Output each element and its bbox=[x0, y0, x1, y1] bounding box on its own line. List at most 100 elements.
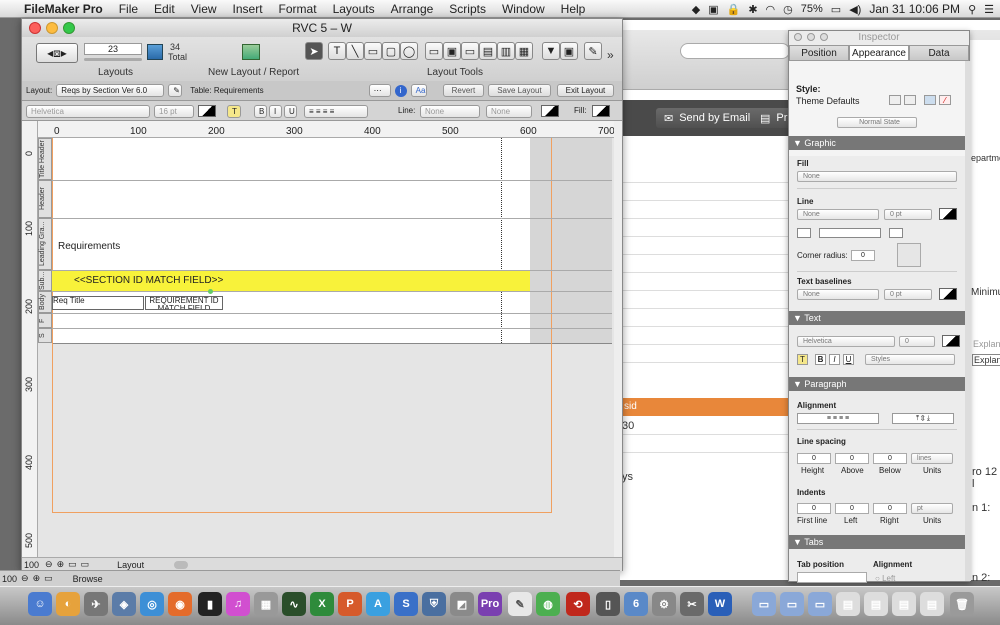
field-handle[interactable] bbox=[208, 289, 213, 294]
zoom-button[interactable] bbox=[63, 22, 75, 34]
spotlight-icon[interactable]: ⚲ bbox=[968, 3, 976, 16]
notification-icon[interactable]: ☰ bbox=[984, 3, 994, 16]
spacing-units-dropdown[interactable]: lines bbox=[911, 453, 953, 464]
word-icon[interactable]: W bbox=[708, 592, 732, 616]
exit-layout-button[interactable]: Exit Layout bbox=[556, 84, 615, 97]
trash-icon[interactable]: 🗑 bbox=[950, 592, 974, 616]
zoom-in-icon[interactable]: ⊕ bbox=[57, 559, 65, 570]
italic-icon[interactable]: I bbox=[829, 354, 840, 365]
menu-layouts[interactable]: Layouts bbox=[325, 2, 383, 16]
dropbox-icon[interactable]: ◆ bbox=[692, 3, 700, 16]
pointer-tool-icon[interactable]: ➤ bbox=[305, 42, 323, 60]
bold-icon[interactable]: B bbox=[254, 105, 267, 118]
mode-label[interactable]: Layout bbox=[117, 560, 144, 570]
calendar-icon[interactable]: 6 bbox=[624, 592, 648, 616]
close-button[interactable] bbox=[29, 22, 41, 34]
layout-dropdown[interactable]: Reqs by Section Ver 6.0 bbox=[56, 84, 165, 97]
inspector-scrollbar[interactable] bbox=[965, 61, 971, 581]
part-title-header[interactable]: Title Header bbox=[38, 138, 52, 180]
status-toolbar-icon[interactable]: ▭ bbox=[81, 559, 90, 570]
tab-appearance[interactable]: Appearance bbox=[849, 45, 909, 61]
new-layout-report-button[interactable]: New Layout / Report bbox=[208, 67, 299, 78]
line-tool-icon[interactable]: ╲ bbox=[346, 42, 364, 60]
section-id-field[interactable]: <<SECTION ID MATCH FIELD>> bbox=[52, 271, 530, 291]
italic-icon[interactable]: I bbox=[269, 105, 282, 118]
tab-position[interactable]: Position bbox=[789, 45, 849, 61]
line-style-dropdown[interactable]: None bbox=[797, 209, 879, 220]
format-painter-icon[interactable]: ▼ bbox=[542, 42, 560, 60]
rectangle-tool-icon[interactable]: ▭ bbox=[364, 42, 382, 60]
terminal-icon[interactable]: ▮ bbox=[198, 592, 222, 616]
background-search-input[interactable] bbox=[680, 43, 790, 59]
firefox-icon[interactable]: ◉ bbox=[168, 592, 192, 616]
tab-left-radio[interactable]: ○ Left bbox=[875, 574, 895, 583]
menu-insert[interactable]: Insert bbox=[225, 2, 271, 16]
safari-icon[interactable]: ◎ bbox=[140, 592, 164, 616]
menu-help[interactable]: Help bbox=[553, 2, 594, 16]
save-layout-button[interactable]: Save Layout bbox=[488, 84, 551, 97]
corner-selector-icon[interactable] bbox=[897, 243, 921, 267]
text-color-swatch[interactable] bbox=[942, 335, 960, 347]
text-font-dropdown[interactable]: Helvetica bbox=[797, 336, 895, 347]
app-icon[interactable]: ◈ bbox=[112, 592, 136, 616]
requirement-id-field[interactable]: REQUIREMENT ID MATCH FIELD bbox=[145, 296, 223, 310]
wifi-icon[interactable]: ◠ bbox=[766, 3, 776, 16]
section-text[interactable]: ▼ Text bbox=[789, 311, 965, 325]
launchpad-icon[interactable]: ✈ bbox=[84, 592, 108, 616]
layout-canvas[interactable]: Title Header Header Leading Gra... Sub..… bbox=[38, 138, 622, 561]
highlight-icon[interactable]: T bbox=[797, 354, 808, 365]
shield-icon[interactable]: ⛨ bbox=[422, 592, 446, 616]
clear-style-icon[interactable]: ⁄ bbox=[939, 95, 951, 105]
line-style-dropdown[interactable]: None bbox=[420, 105, 480, 118]
document-stack-icon[interactable]: ▤ bbox=[920, 592, 944, 616]
preview-icon[interactable]: ▦ bbox=[254, 592, 278, 616]
battery-indicator[interactable]: 75% bbox=[801, 3, 823, 15]
document-stack-icon[interactable]: ▤ bbox=[836, 592, 860, 616]
send-by-email-button[interactable]: ✉ Send by Email bbox=[656, 108, 759, 128]
close-button[interactable] bbox=[794, 33, 802, 41]
highlight-icon[interactable]: T bbox=[227, 105, 241, 118]
vertical-scrollbar[interactable] bbox=[614, 121, 622, 557]
filemaker-pro-icon[interactable]: Pro bbox=[478, 592, 502, 616]
info-icon[interactable]: i bbox=[394, 84, 407, 97]
part-header[interactable]: Header bbox=[38, 180, 52, 218]
tab-data[interactable]: Data bbox=[909, 45, 969, 61]
status-icon[interactable]: ▣ bbox=[708, 3, 718, 16]
border-all-icon[interactable] bbox=[797, 228, 811, 238]
app-store-icon[interactable]: A bbox=[366, 592, 390, 616]
space-below-field[interactable]: 0 bbox=[873, 453, 907, 464]
layout-navigator-button[interactable]: ◂⧈▸ bbox=[36, 43, 78, 63]
mode-label[interactable]: Browse bbox=[73, 574, 103, 584]
menu-scripts[interactable]: Scripts bbox=[441, 2, 494, 16]
req-title-field[interactable]: Req Title bbox=[52, 296, 144, 310]
toolbar-overflow-icon[interactable]: » bbox=[607, 48, 614, 62]
volume-icon[interactable]: ◀) bbox=[849, 3, 861, 16]
edit-layout-icon[interactable]: ✎ bbox=[168, 84, 183, 97]
baseline-style-dropdown[interactable]: None bbox=[797, 289, 879, 300]
menu-view[interactable]: View bbox=[183, 2, 225, 16]
styles-dropdown[interactable]: Styles bbox=[865, 354, 955, 365]
minimize-button[interactable] bbox=[46, 22, 58, 34]
baseline-color-swatch[interactable] bbox=[939, 288, 957, 300]
border-inner-icon[interactable] bbox=[889, 228, 903, 238]
part-footer[interactable]: F bbox=[38, 313, 52, 328]
app-icon[interactable]: S bbox=[394, 592, 418, 616]
portal-tool-icon[interactable]: ▣ bbox=[560, 42, 578, 60]
left-indent-field[interactable]: 0 bbox=[835, 503, 869, 514]
line-height-field[interactable]: 0 bbox=[797, 453, 831, 464]
chart-tool-icon[interactable]: ▥ bbox=[497, 42, 515, 60]
underline-icon[interactable]: U bbox=[843, 354, 854, 365]
line-color-swatch[interactable] bbox=[541, 105, 559, 117]
horizontal-scrollbar[interactable] bbox=[174, 560, 189, 569]
status-toolbar-icon[interactable]: ▭ bbox=[44, 573, 53, 584]
horizontal-alignment-buttons[interactable]: ≡ ≡ ≡ ≡ bbox=[797, 413, 879, 424]
text-tool-icon[interactable]: T bbox=[328, 42, 346, 60]
part-body[interactable]: Body bbox=[38, 291, 52, 313]
menu-arrange[interactable]: Arrange bbox=[383, 2, 442, 16]
battery-icon[interactable]: ▭ bbox=[831, 3, 841, 16]
border-sides-icon[interactable] bbox=[819, 228, 881, 238]
part-sub-summary[interactable]: Sub... bbox=[38, 270, 52, 291]
underline-icon[interactable]: U bbox=[284, 105, 297, 118]
zoom-out-icon[interactable]: ⊖ bbox=[45, 559, 53, 570]
fill-color-swatch[interactable] bbox=[592, 105, 610, 117]
